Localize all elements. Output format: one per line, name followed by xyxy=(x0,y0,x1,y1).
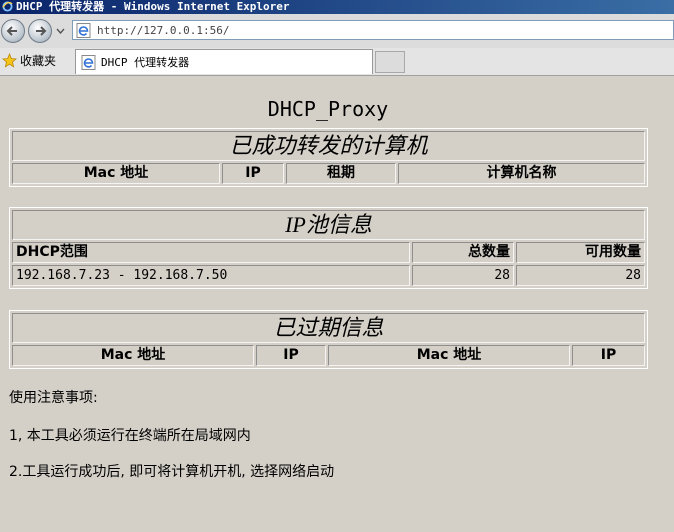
ie-page-icon xyxy=(76,23,91,38)
expired-header-ip-1: IP xyxy=(256,345,326,366)
new-tab-button[interactable] xyxy=(375,51,405,73)
expired-table-caption: 已过期信息 xyxy=(12,313,645,343)
usage-note-item: 2.工具运行成功后, 即可将计算机开机, 选择网络启动 xyxy=(9,464,335,480)
pool-table-caption: IP池信息 xyxy=(12,210,645,240)
expired-header-mac-2: Mac 地址 xyxy=(328,345,570,366)
forwarded-computers-table: 已成功转发的计算机 Mac 地址 IP 租期 计算机名称 xyxy=(9,128,648,187)
history-dropdown-icon[interactable] xyxy=(56,28,65,34)
address-bar[interactable]: http://127.0.0.1:56/ xyxy=(72,20,674,40)
table-row: 192.168.7.23 - 192.168.7.50 28 28 xyxy=(12,265,645,286)
tab-title: DHCP 代理转发器 xyxy=(101,56,190,69)
pool-header-total: 总数量 xyxy=(412,242,514,263)
favorites-button[interactable]: 收藏夹 xyxy=(2,53,56,69)
usage-notes-heading: 使用注意事项: xyxy=(9,390,98,406)
expired-header-mac-1: Mac 地址 xyxy=(12,345,254,366)
favorites-bar: 收藏夹 DHCP 代理转发器 xyxy=(0,48,674,76)
pool-header-available: 可用数量 xyxy=(516,242,645,263)
usage-note-item: 1, 本工具必须运行在终端所在局域网内 xyxy=(9,428,251,444)
pool-available-cell: 28 xyxy=(516,265,645,286)
back-button[interactable] xyxy=(1,19,25,43)
forward-arrow-icon xyxy=(36,26,47,36)
ie-page-icon xyxy=(81,55,96,70)
navigation-bar: http://127.0.0.1:56/ xyxy=(0,14,674,49)
expired-info-table: 已过期信息 Mac 地址 IP Mac 地址 IP xyxy=(9,310,648,369)
back-arrow-icon xyxy=(6,26,17,36)
expired-header-ip-2: IP xyxy=(572,345,645,366)
forwarded-table-caption: 已成功转发的计算机 xyxy=(12,131,645,161)
address-url[interactable]: http://127.0.0.1:56/ xyxy=(97,23,229,38)
favorites-label: 收藏夹 xyxy=(20,54,57,68)
favorites-star-icon xyxy=(2,53,17,68)
ip-pool-table: IP池信息 DHCP范围 总数量 可用数量 192.168.7.23 - 192… xyxy=(9,207,648,289)
page-title: DHCP_Proxy xyxy=(267,97,389,121)
pool-range-cell: 192.168.7.23 - 192.168.7.50 xyxy=(12,265,410,286)
window-title-bar: DHCP 代理转发器 - Windows Internet Explorer xyxy=(0,0,674,14)
forwarded-header-ip: IP xyxy=(222,163,284,184)
forwarded-header-lease: 租期 xyxy=(286,163,396,184)
forward-button[interactable] xyxy=(28,19,52,43)
ie-logo-icon xyxy=(2,1,13,12)
window-title: DHCP 代理转发器 - Windows Internet Explorer xyxy=(16,0,290,13)
forwarded-header-hostname: 计算机名称 xyxy=(398,163,645,184)
pool-total-cell: 28 xyxy=(412,265,514,286)
forwarded-header-mac: Mac 地址 xyxy=(12,163,220,184)
browser-tab[interactable]: DHCP 代理转发器 xyxy=(75,49,373,74)
page-content: DHCP_Proxy 已成功转发的计算机 Mac 地址 IP 租期 计算机名称 … xyxy=(0,76,674,532)
pool-header-range: DHCP范围 xyxy=(12,242,410,263)
